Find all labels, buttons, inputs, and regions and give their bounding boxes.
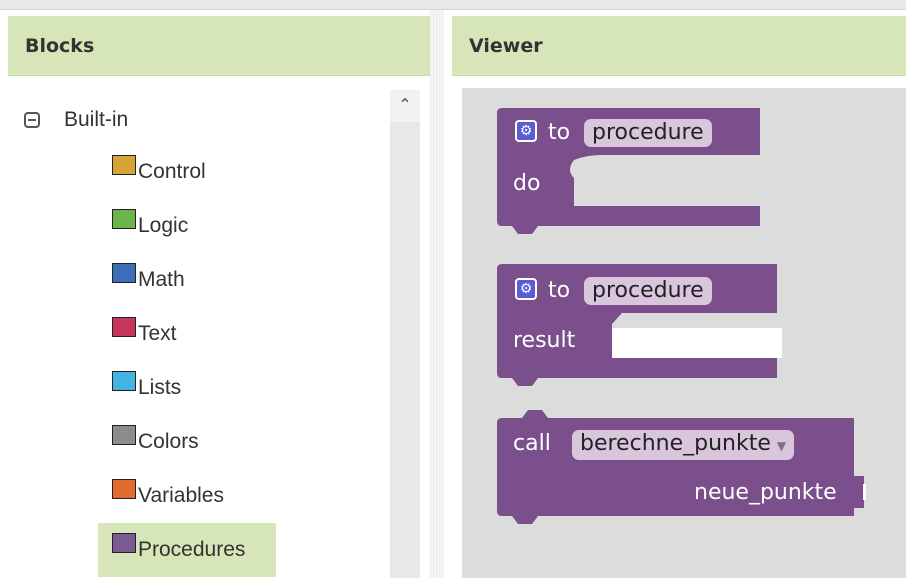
call-label: call (513, 431, 551, 456)
category-label: Colors (138, 430, 199, 453)
to-label: to (548, 120, 571, 145)
workspace-canvas[interactable]: ⚙ to procedure do ⚙ to procedure result … (462, 88, 906, 578)
blocks-panel: Blocks Built-in Control Logic Math Text … (0, 10, 430, 578)
collapse-icon[interactable] (24, 112, 40, 128)
panel-splitter[interactable] (430, 10, 444, 578)
category-procedures[interactable]: Procedures (98, 523, 276, 577)
procedure-name-field[interactable]: procedure (584, 119, 712, 147)
category-logic[interactable]: Logic (98, 199, 276, 253)
dropdown-arrow-icon: ▼ (776, 439, 787, 453)
arg-socket (863, 484, 866, 500)
viewer-header: Viewer (452, 16, 906, 76)
logic-swatch-icon (112, 209, 136, 229)
call-block-notch (522, 410, 548, 418)
category-label: Lists (138, 376, 182, 399)
dropdown-value: berechne_punkte (580, 431, 771, 456)
category-colors[interactable]: Colors (98, 415, 276, 469)
text-swatch-icon (112, 317, 136, 337)
procedure-name-field[interactable]: procedure (584, 277, 712, 305)
mutator-gear-icon[interactable]: ⚙ (515, 120, 537, 142)
result-label: result (513, 328, 576, 353)
lists-swatch-icon (112, 371, 136, 391)
result-socket (612, 328, 782, 358)
category-text[interactable]: Text (98, 307, 276, 361)
tree-builtin-node[interactable]: Built-in (24, 105, 128, 135)
top-strip (0, 0, 906, 10)
tree-scrollbar[interactable] (390, 90, 420, 578)
do-label: do (513, 171, 541, 196)
category-variables[interactable]: Variables (98, 469, 276, 523)
mutator-gear-icon[interactable]: ⚙ (515, 278, 537, 300)
category-label: Math (138, 268, 185, 291)
control-swatch-icon (112, 155, 136, 175)
viewer-panel: Viewer ⚙ to procedure do ⚙ to procedure … (444, 10, 906, 578)
to-label: to (548, 278, 571, 303)
builtin-label: Built-in (64, 108, 129, 131)
scroll-up-icon[interactable]: ⌃ (390, 90, 420, 122)
category-label: Text (138, 322, 177, 345)
blocks-tree: Built-in Control Logic Math Text Lists C… (8, 90, 420, 578)
category-label: Logic (138, 214, 189, 237)
arg-label: neue_punkte (694, 480, 837, 505)
category-control[interactable]: Control (98, 145, 276, 199)
category-label: Control (138, 160, 206, 183)
procedures-swatch-icon (112, 533, 136, 553)
variables-swatch-icon (112, 479, 136, 499)
colors-swatch-icon (112, 425, 136, 445)
blocks-header: Blocks (8, 16, 430, 76)
category-label: Procedures (138, 538, 246, 561)
math-swatch-icon (112, 263, 136, 283)
category-lists[interactable]: Lists (98, 361, 276, 415)
category-math[interactable]: Math (98, 253, 276, 307)
category-label: Variables (138, 484, 224, 507)
procedure-dropdown[interactable]: berechne_punkte ▼ (572, 430, 795, 460)
